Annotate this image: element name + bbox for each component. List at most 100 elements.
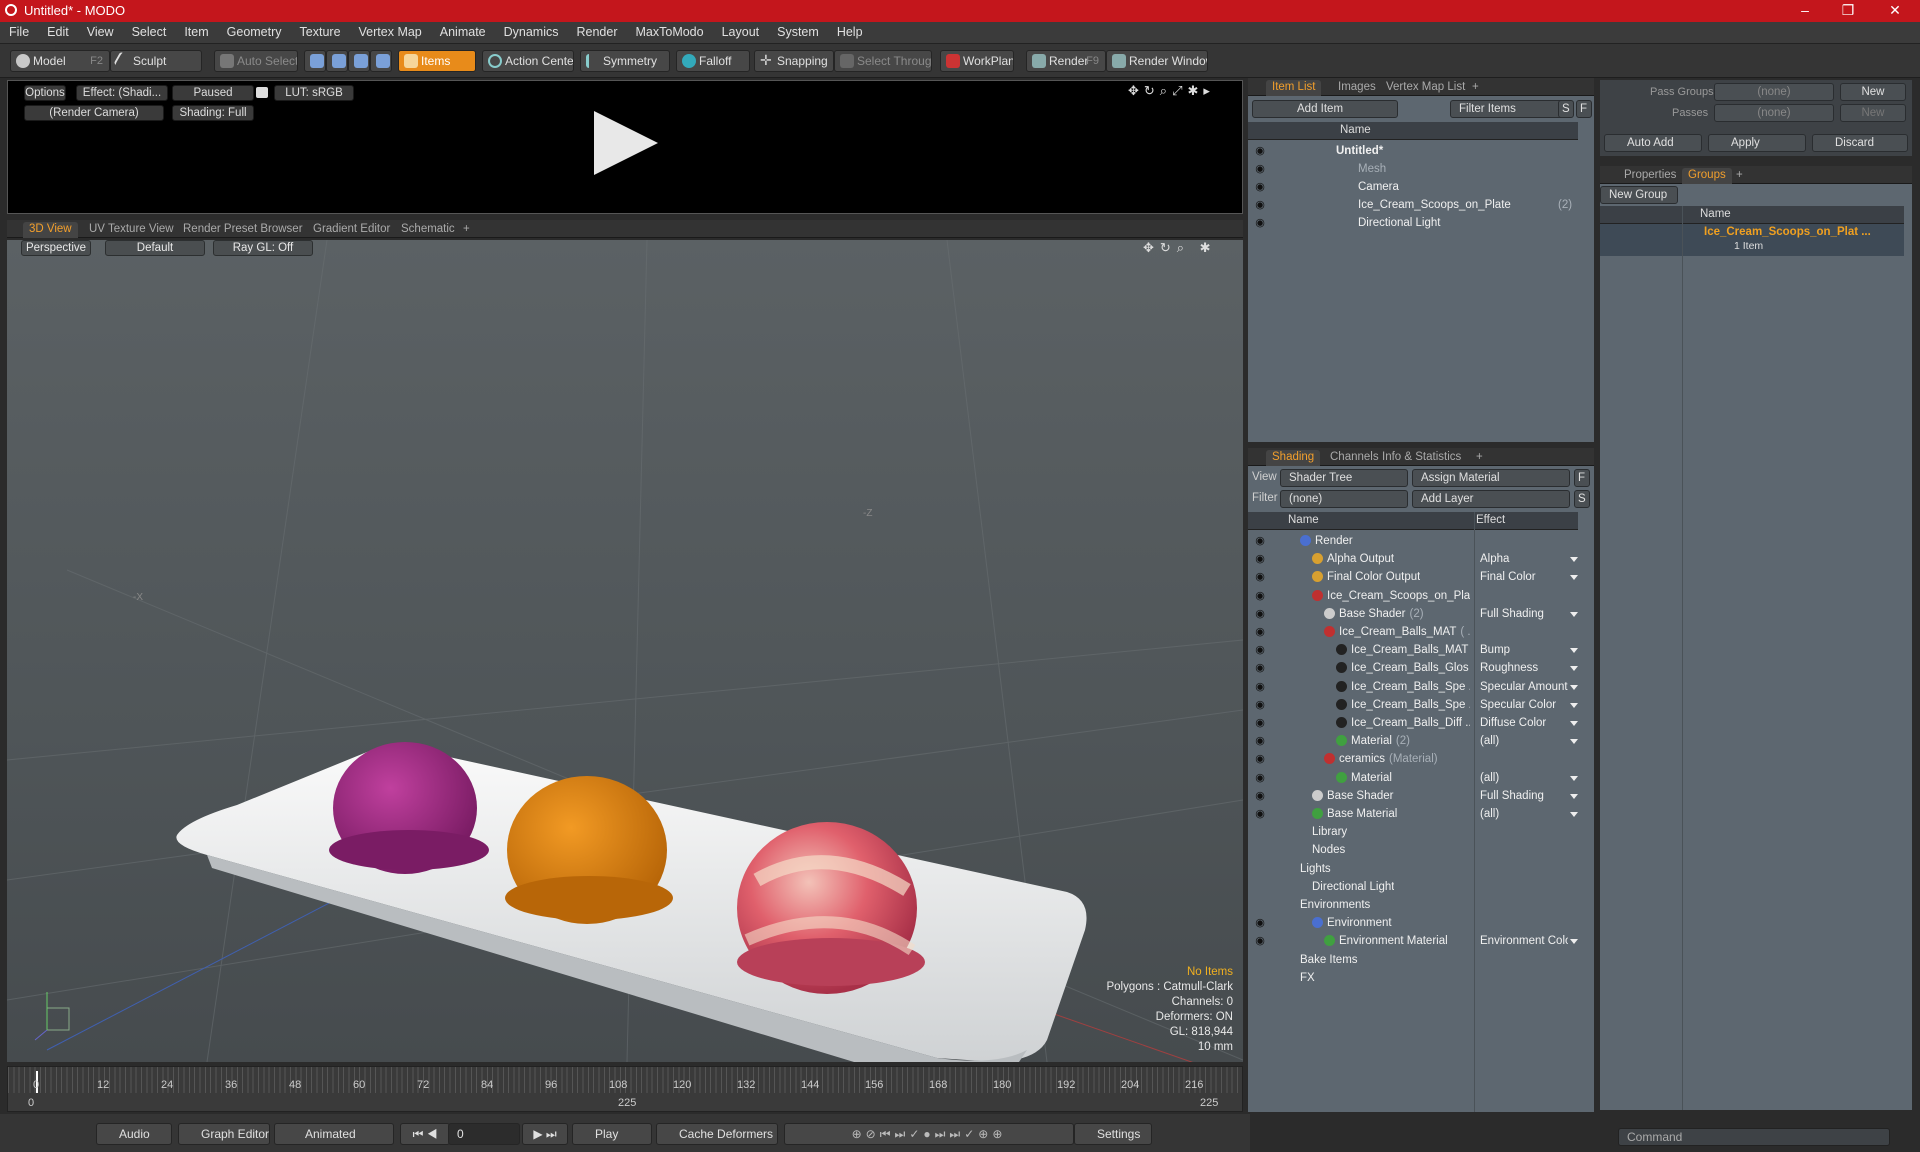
- key-tool-icons[interactable]: ⊕⊘⏮⏭✓●⏭⏭✓⊕⊕: [784, 1123, 1074, 1145]
- select-through-button[interactable]: Select Through: [834, 50, 932, 72]
- chevron-down-icon[interactable]: [1570, 739, 1578, 745]
- passes-dropdown[interactable]: (none): [1714, 104, 1834, 122]
- shader-tree-row[interactable]: ◉ Environment: [1248, 914, 1578, 932]
- item-list-row[interactable]: ◉ Directional Light: [1248, 214, 1578, 232]
- preview-nav-icons[interactable]: ✥↻⌕⤢✱▸: [1128, 83, 1215, 99]
- shader-tree-row[interactable]: Nodes: [1248, 841, 1578, 859]
- menu-animate[interactable]: Animate: [431, 22, 495, 42]
- visibility-eye-icon[interactable]: ◉: [1254, 717, 1266, 729]
- shader-tree-row[interactable]: ◉ Material (all): [1248, 769, 1578, 787]
- render-button[interactable]: Render F9: [1026, 50, 1106, 72]
- shading-s-button[interactable]: S: [1574, 490, 1590, 508]
- visibility-eye-icon[interactable]: ◉: [1254, 535, 1266, 547]
- chevron-down-icon[interactable]: [1570, 812, 1578, 817]
- visibility-eye-icon[interactable]: ◉: [1254, 662, 1266, 674]
- add-group-tab-button[interactable]: +: [1730, 168, 1749, 184]
- shader-tree-row[interactable]: Library: [1248, 823, 1578, 841]
- menu-render[interactable]: Render: [568, 22, 627, 42]
- shader-tree-row[interactable]: ◉ Ice_Cream_Balls_Spe ... Specular Color: [1248, 696, 1578, 714]
- render-window-button[interactable]: Render Window: [1106, 50, 1208, 72]
- chevron-down-icon[interactable]: [1570, 648, 1578, 654]
- item-list-row[interactable]: ◉ Camera: [1248, 178, 1578, 196]
- shader-tree-row[interactable]: ◉ Base Material (all): [1248, 805, 1578, 823]
- discard-button[interactable]: Discard: [1812, 134, 1908, 152]
- preview-paused-button[interactable]: Paused: [172, 85, 254, 101]
- item-list-row[interactable]: ◉ Mesh: [1248, 160, 1578, 178]
- effect-dropdown[interactable]: Final Color: [1480, 568, 1568, 586]
- new-group-button[interactable]: New Group: [1600, 186, 1678, 204]
- visibility-eye-icon[interactable]: ◉: [1254, 145, 1266, 157]
- tab-3d-view[interactable]: 3D View: [23, 222, 78, 238]
- tab-render-preset-browser[interactable]: Render Preset Browser: [177, 222, 309, 238]
- shader-tree-row[interactable]: ◉ ceramics (Material): [1248, 750, 1578, 768]
- chevron-down-icon[interactable]: [1570, 684, 1578, 690]
- menu-vertex-map[interactable]: Vertex Map: [350, 22, 431, 42]
- falloff-button[interactable]: Falloff: [676, 50, 750, 72]
- apply-button[interactable]: Apply: [1708, 134, 1806, 152]
- effect-dropdown[interactable]: Specular Color: [1480, 696, 1568, 714]
- effect-dropdown[interactable]: (all): [1480, 805, 1568, 823]
- visibility-eye-icon[interactable]: ◉: [1254, 735, 1266, 747]
- symmetry-button[interactable]: Symmetry: [580, 50, 670, 72]
- preview-options-button[interactable]: Options: [24, 85, 66, 101]
- item-f-button[interactable]: F: [1576, 100, 1592, 118]
- chevron-down-icon[interactable]: [1570, 939, 1578, 945]
- shader-tree-row[interactable]: ◉ Final Color Output Final Color: [1248, 568, 1578, 586]
- shader-tree-row[interactable]: ◉ Render: [1248, 532, 1578, 550]
- effect-dropdown[interactable]: (all): [1480, 769, 1568, 787]
- tab-images[interactable]: Images: [1332, 80, 1382, 96]
- chevron-down-icon[interactable]: [1570, 557, 1578, 563]
- audio-button[interactable]: Audio: [96, 1123, 172, 1145]
- chevron-down-icon[interactable]: [1570, 775, 1578, 781]
- close-button[interactable]: ✕: [1880, 2, 1910, 19]
- tab-schematic[interactable]: Schematic: [395, 222, 461, 238]
- menu-file[interactable]: File: [0, 22, 38, 42]
- menu-edit[interactable]: Edit: [38, 22, 78, 42]
- visibility-eye-icon[interactable]: ◉: [1254, 917, 1266, 929]
- shader-tree-row[interactable]: ◉ Ice_Cream_Balls_Diff ... Diffuse Color: [1248, 714, 1578, 732]
- shading-f-button[interactable]: F: [1574, 469, 1590, 487]
- shader-tree-row[interactable]: ◉ Base Shader (2) Full Shading: [1248, 605, 1578, 623]
- lock-icon[interactable]: [256, 87, 268, 98]
- visibility-eye-icon[interactable]: ◉: [1254, 217, 1266, 229]
- tab-uv-texture-view[interactable]: UV Texture View: [83, 222, 180, 238]
- tab-properties[interactable]: Properties: [1618, 168, 1682, 184]
- shader-tree-row[interactable]: ◉ Material (2) (all): [1248, 732, 1578, 750]
- auto-add-button[interactable]: Auto Add: [1604, 134, 1702, 152]
- visibility-eye-icon[interactable]: ◉: [1254, 199, 1266, 211]
- minimize-button[interactable]: –: [1790, 2, 1820, 18]
- settings-button[interactable]: Settings: [1074, 1123, 1152, 1145]
- visibility-eye-icon[interactable]: ◉: [1254, 753, 1266, 765]
- chevron-down-icon[interactable]: [1570, 793, 1578, 799]
- shader-tree-row[interactable]: ◉ Base Shader Full Shading: [1248, 787, 1578, 805]
- add-item-tab-button[interactable]: +: [1466, 80, 1485, 96]
- visibility-eye-icon[interactable]: ◉: [1254, 681, 1266, 693]
- tab-groups[interactable]: Groups: [1682, 168, 1732, 184]
- add-layer-dropdown[interactable]: Add Layer: [1412, 490, 1570, 508]
- item-list-row[interactable]: ◉ Untitled*: [1248, 142, 1578, 160]
- vertex-mode-button[interactable]: [304, 50, 326, 72]
- menu-maxtomodo[interactable]: MaxToModo: [627, 22, 713, 42]
- shader-tree-row[interactable]: ◉ Ice_Cream_Balls_Glos ... Roughness: [1248, 659, 1578, 677]
- chevron-down-icon[interactable]: [1570, 721, 1578, 726]
- play-icon[interactable]: [594, 111, 658, 175]
- material-mode-button[interactable]: [370, 50, 392, 72]
- shader-tree-row[interactable]: ◉ Ice_Cream_Balls_Spe ... Specular Amount: [1248, 678, 1578, 696]
- items-mode-button[interactable]: Items: [398, 50, 476, 72]
- snapping-button[interactable]: ✛ Snapping: [754, 50, 834, 72]
- effect-dropdown[interactable]: Roughness: [1480, 659, 1568, 677]
- menu-texture[interactable]: Texture: [291, 22, 350, 42]
- effect-dropdown[interactable]: Full Shading: [1480, 787, 1568, 805]
- model-button[interactable]: Model F2: [10, 50, 110, 72]
- shader-tree-row[interactable]: ◉ Ice_Cream_Balls_MAT ... Bump: [1248, 641, 1578, 659]
- menu-system[interactable]: System: [768, 22, 828, 42]
- shader-tree-row[interactable]: ◉ Environment Material Environment Color: [1248, 932, 1578, 950]
- effect-dropdown[interactable]: Specular Amount: [1480, 678, 1568, 696]
- shader-tree-row[interactable]: ◉ Ice_Cream_Balls_MAT( ...: [1248, 623, 1578, 641]
- chevron-down-icon[interactable]: [1570, 702, 1578, 708]
- menu-dynamics[interactable]: Dynamics: [495, 22, 568, 42]
- cache-deformers-button[interactable]: Cache Deformers: [656, 1123, 778, 1145]
- item-list-row[interactable]: ◉ Ice_Cream_Scoops_on_Plate (2): [1248, 196, 1578, 214]
- filter-items-input[interactable]: Filter Items: [1450, 100, 1572, 118]
- play-button[interactable]: Play: [572, 1123, 652, 1145]
